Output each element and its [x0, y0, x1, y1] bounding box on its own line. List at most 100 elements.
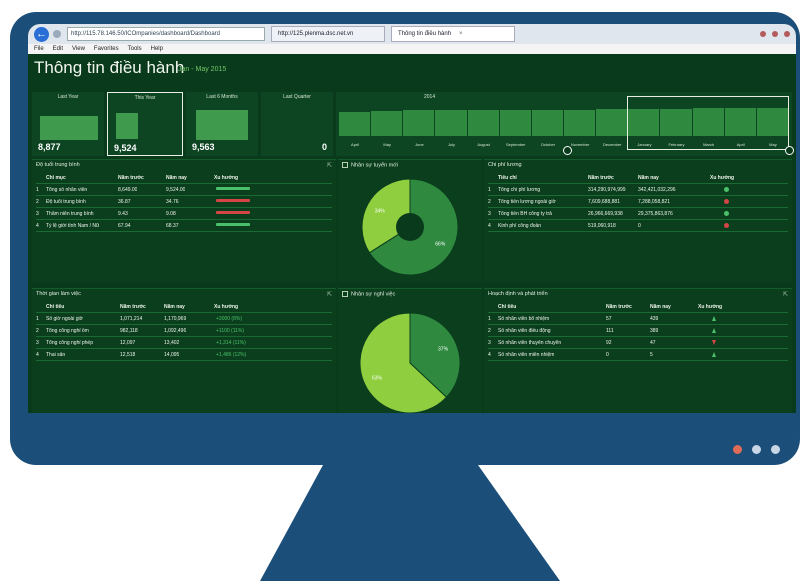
cell-idx: 3 — [36, 340, 39, 346]
timeline-bar[interactable] — [499, 110, 531, 136]
cell-idx: 1 — [488, 187, 491, 193]
cell-prev: 92 — [606, 340, 612, 346]
expand-icon[interactable]: ⇱ — [327, 291, 332, 298]
table-row[interactable]: 2 Độ tuổi trung bình 36.87 34.76 — [36, 196, 332, 208]
column-header[interactable]: Năm nay — [164, 304, 185, 310]
timeline-bar[interactable] — [339, 112, 371, 136]
column-header[interactable]: Chỉ mục — [46, 175, 66, 181]
panel-planning: Hoạch định và phát triển ⇱ Chỉ tiêu Năm t… — [484, 288, 792, 413]
table-row[interactable]: 4 Thai sản 12,518 14,095 +1,486 (12%) — [36, 349, 332, 361]
table-header: Chỉ mục Năm trước Năm nay Xu hướng — [36, 172, 332, 184]
cell-name: Tổng tiền BH công ty trả — [498, 211, 552, 217]
menu-file[interactable]: File — [34, 46, 44, 52]
kpi-tile-last-year[interactable]: Last Year 8,877 — [32, 92, 104, 156]
forward-icon[interactable] — [53, 30, 61, 38]
browser-tab[interactable]: http://125.plenma.dsc.net.vn — [271, 26, 385, 42]
window-controls — [760, 31, 790, 37]
timeline-bar[interactable] — [403, 110, 435, 136]
table-row[interactable]: 3 Tổng công nghỉ phép 12,097 13,402 +1,314 (… — [36, 337, 332, 349]
table-row[interactable]: 2 Số nhân viên điều động 111 389 — [488, 325, 788, 337]
range-handle-left[interactable] — [563, 146, 572, 155]
timeline-chart[interactable]: 2014 April May June July August September Octo… — [336, 92, 794, 156]
timeline-bar[interactable] — [467, 110, 499, 136]
menu-edit[interactable]: Edit — [53, 46, 63, 52]
close-window-icon[interactable] — [784, 31, 790, 37]
checkbox-icon[interactable] — [342, 162, 348, 168]
cell-prev: 111 — [606, 328, 614, 334]
column-header[interactable]: Chỉ tiêu — [498, 304, 516, 310]
timeline-bar[interactable] — [724, 108, 756, 136]
column-header[interactable]: Năm trước — [118, 175, 144, 181]
range-handle-right[interactable] — [785, 146, 794, 155]
table-row[interactable]: 1 Tổng số nhân viên 8,649.00 9,524.00 — [36, 184, 332, 196]
table-row[interactable]: 2 Tổng tiền lương ngoài giờ 7,609,688,881 7… — [488, 196, 788, 208]
address-bar[interactable]: http://115.78.146.50/ICOmpanies/dashboar… — [67, 27, 265, 41]
cell-prev: 8,649.00 — [118, 187, 138, 193]
trend-bar — [216, 211, 250, 214]
timeline-bar[interactable] — [596, 109, 628, 136]
table-row[interactable]: 4 Số nhân viên miễn nhiệm 0 5 — [488, 349, 788, 361]
table-row[interactable]: 3 Số nhân viên thuyên chuyển 92 47 — [488, 337, 788, 349]
back-icon[interactable]: ← — [34, 26, 49, 42]
column-header[interactable]: Xu hướng — [710, 175, 734, 181]
column-header[interactable]: Xu hướng — [214, 304, 238, 310]
column-header[interactable]: Tiêu chí — [498, 175, 517, 181]
panel-title: Nhân sự tuyển mới — [342, 162, 398, 168]
kpi-value: 8,877 — [38, 142, 61, 152]
timeline-month-label: April — [736, 142, 745, 147]
column-header[interactable]: Năm nay — [650, 304, 671, 310]
timeline-bar[interactable] — [756, 108, 788, 136]
column-header[interactable]: Năm trước — [606, 304, 632, 310]
table-row[interactable]: 4 Kinh phí công đoàn 519,060,918 0 — [488, 220, 788, 232]
table-row[interactable]: 1 Tổng chi phí lương 314,290,974,999 342,42… — [488, 184, 788, 196]
column-header[interactable]: Xu hướng — [214, 175, 238, 181]
menu-tools[interactable]: Tools — [128, 46, 142, 52]
table-row[interactable]: 1 Số nhân viên bổ nhiệm 57 439 — [488, 313, 788, 325]
menu-view[interactable]: View — [72, 46, 85, 52]
maximize-icon[interactable] — [772, 31, 778, 37]
timeline-bar[interactable] — [628, 109, 660, 136]
cell-prev: 519,060,918 — [588, 223, 616, 229]
timeline-bar[interactable] — [435, 110, 467, 136]
timeline-bar[interactable] — [531, 110, 563, 136]
menu-help[interactable]: Help — [151, 46, 163, 52]
cell-idx: 2 — [36, 328, 39, 334]
timeline-bar[interactable] — [564, 110, 596, 136]
timeline-bar[interactable] — [371, 111, 403, 136]
carousel-dot[interactable] — [752, 445, 761, 454]
carousel-dot[interactable] — [771, 445, 780, 454]
cell-prev: 36.87 — [118, 199, 131, 205]
menu-favorites[interactable]: Favorites — [94, 46, 119, 52]
column-header[interactable]: Năm nay — [166, 175, 187, 181]
kpi-label: Last 6 Months — [206, 94, 238, 100]
table-row[interactable]: 4 Tỷ lệ giới tính Nam / Nữ 67.94 68.37 — [36, 220, 332, 232]
expand-icon[interactable]: ⇱ — [327, 162, 332, 169]
kpi-tile-last-quarter[interactable]: Last Quarter 0 — [261, 92, 333, 156]
browser-tab-active[interactable]: Thông tin điều hành × — [391, 26, 515, 42]
cell-name: Số nhân viên điều động — [498, 328, 551, 334]
carousel-dot-active[interactable] — [733, 445, 742, 454]
timeline-month-label: December — [602, 142, 622, 147]
column-header[interactable]: Xu hướng — [698, 304, 722, 310]
kpi-tile-this-year[interactable]: This Year 9,524 — [107, 92, 183, 156]
close-icon[interactable]: × — [459, 31, 463, 37]
cell-prev: 982,118 — [120, 328, 138, 334]
cell-prev: 26,966,669,938 — [588, 211, 623, 217]
column-header[interactable]: Năm trước — [588, 175, 614, 181]
table-row[interactable]: 3 Thâm niên trung bình 9.43 9.08 — [36, 208, 332, 220]
minimize-icon[interactable] — [760, 31, 766, 37]
checkbox-icon[interactable] — [342, 291, 348, 297]
trend-dot-icon — [724, 223, 729, 228]
table-row[interactable]: 2 Tổng công nghỉ ốm 982,118 1,092,496 +1100 … — [36, 325, 332, 337]
cell-name: Tổng tiền lương ngoài giờ — [498, 199, 556, 205]
column-header[interactable]: Năm nay — [638, 175, 659, 181]
timeline-bar[interactable] — [692, 108, 724, 136]
table-header: Tiêu chí Năm trước Năm nay Xu hướng — [488, 172, 788, 184]
table-row[interactable]: 3 Tổng tiền BH công ty trả 26,966,669,938 2… — [488, 208, 788, 220]
timeline-bar[interactable] — [660, 109, 692, 136]
kpi-tile-last-6-months[interactable]: Last 6 Months 9,563 — [186, 92, 258, 156]
column-header[interactable]: Năm trước — [120, 304, 146, 310]
expand-icon[interactable]: ⇱ — [783, 291, 788, 298]
table-row[interactable]: 1 Số giờ ngoài giờ 1,071,214 1,170,969 +3000… — [36, 313, 332, 325]
column-header[interactable]: Chỉ tiêu — [46, 304, 64, 310]
